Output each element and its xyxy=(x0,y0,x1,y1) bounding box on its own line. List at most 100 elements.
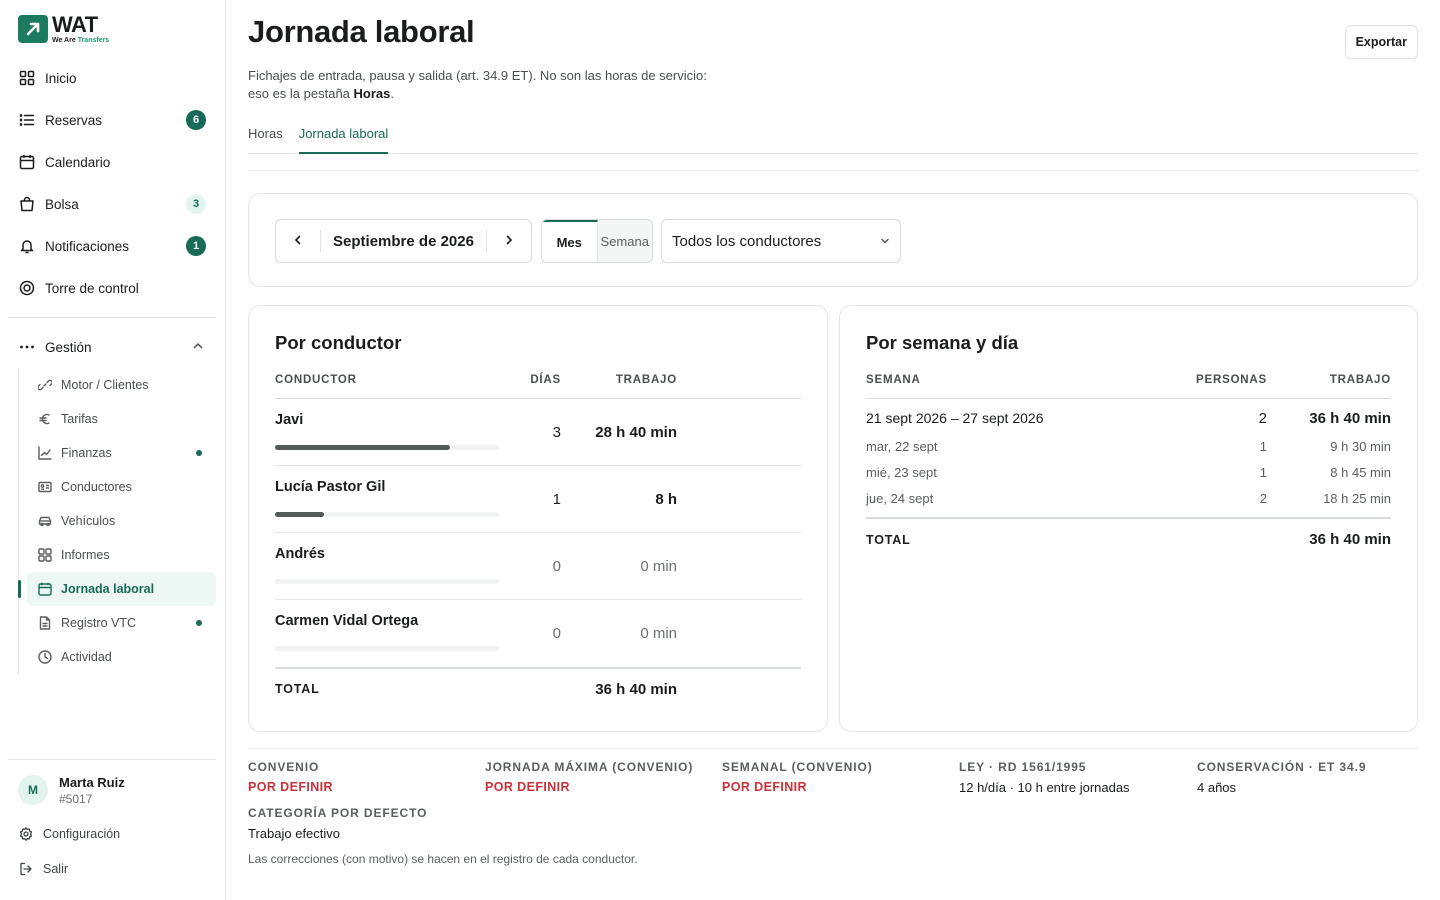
main-content: Jornada laboral Fichajes de entrada, pau… xyxy=(226,0,1440,900)
export-button[interactable]: Exportar xyxy=(1344,25,1418,59)
driver-days: 1 xyxy=(552,491,561,508)
sidebar: WAT We Are Transfers Inicio Reservas 6 C… xyxy=(0,0,226,900)
total-label: TOTAL xyxy=(866,533,911,547)
list-icon xyxy=(18,111,36,129)
sidebar-item-motor-clientes[interactable]: Motor / Clientes xyxy=(27,368,216,402)
section-divider xyxy=(248,748,1418,749)
driver-select[interactable]: Todos los conductores xyxy=(661,219,901,263)
bag-icon xyxy=(18,195,36,213)
chart-line-icon xyxy=(37,445,53,461)
nav-item-torre-de-control[interactable]: Torre de control xyxy=(8,267,216,309)
spec-ley: LEY · RD 1561/1995 12 h/día · 10 h entre… xyxy=(959,760,1130,795)
sidebar-item-label: Jornada laboral xyxy=(61,582,155,596)
next-period-button[interactable] xyxy=(487,220,531,262)
user-panel: M Marta Ruiz #5017 Configuración Salir xyxy=(8,759,216,886)
logout-icon xyxy=(18,861,34,877)
spec-key: LEY · RD 1561/1995 xyxy=(959,760,1087,774)
spec-key: SEMANAL (CONVENIO) xyxy=(722,760,873,774)
sidebar-item-vehiculos[interactable]: Vehículos xyxy=(27,504,216,538)
week-people: 2 xyxy=(1258,410,1267,427)
spec-value: 4 años xyxy=(1197,780,1237,795)
tab-bar: Horas Jornada laboral xyxy=(248,124,1418,154)
work-share-fill xyxy=(275,512,325,517)
table-row[interactable]: Javi 3 28 h 40 min xyxy=(275,399,801,466)
spec-semanal: SEMANAL (CONVENIO) POR DEFINIR xyxy=(722,760,873,794)
nav-item-notificaciones[interactable]: Notificaciones 1 xyxy=(8,225,216,267)
sidebar-item-actividad[interactable]: Actividad xyxy=(27,640,216,674)
period-picker: Septiembre de 2026 xyxy=(275,219,532,263)
tab-horas[interactable]: Horas xyxy=(248,124,283,154)
sidebar-item-tarifas[interactable]: Tarifas xyxy=(27,402,216,436)
spec-value: 12 h/día · 10 h entre jornadas xyxy=(959,780,1130,795)
status-dot xyxy=(196,620,202,626)
sidebar-item-registro-vtc[interactable]: Registro VTC xyxy=(27,606,216,640)
mode-month-button[interactable]: Mes xyxy=(542,220,598,262)
settings-link[interactable]: Configuración xyxy=(8,816,216,851)
status-dot xyxy=(196,450,202,456)
day-people: 2 xyxy=(1259,491,1267,506)
filters-card: Septiembre de 2026 Mes Semana Todos los … xyxy=(248,193,1418,287)
calendar-icon xyxy=(37,581,53,597)
spec-value: Trabajo efectivo xyxy=(248,826,341,841)
sidebar-item-jornada-laboral[interactable]: Jornada laboral xyxy=(18,572,216,606)
table-total-row: TOTAL 36 h 40 min xyxy=(275,667,801,717)
settings-label: Configuración xyxy=(43,826,121,841)
brand-logo[interactable]: WAT We Are Transfers xyxy=(18,14,109,44)
sidebar-item-label: Motor / Clientes xyxy=(61,378,149,392)
period-label: Septiembre de 2026 xyxy=(333,232,474,250)
driver-work: 0 min xyxy=(640,625,677,642)
spec-value: POR DEFINIR xyxy=(722,780,807,794)
nav-group-gestion[interactable]: Gestión xyxy=(8,326,216,368)
sidebar-item-label: Informes xyxy=(61,548,110,562)
sidebar-item-informes[interactable]: Informes xyxy=(27,538,216,572)
table-row[interactable]: Lucía Pastor Gil 1 8 h xyxy=(275,466,801,533)
driver-name: Carmen Vidal Ortega xyxy=(275,613,419,629)
tab-jornada-laboral[interactable]: Jornada laboral xyxy=(298,124,389,154)
gear-icon xyxy=(18,826,34,842)
sidebar-item-conductores[interactable]: Conductores xyxy=(27,470,216,504)
nav-label: Torre de control xyxy=(45,280,139,296)
spec-value: POR DEFINIR xyxy=(485,780,570,794)
prev-period-button[interactable] xyxy=(276,220,320,262)
work-share-bar xyxy=(275,646,499,651)
week-work: 36 h 40 min xyxy=(1309,410,1391,427)
day-work: 18 h 25 min xyxy=(1323,491,1391,506)
driver-name: Andrés xyxy=(275,546,325,562)
target-icon xyxy=(18,279,36,297)
clock-icon xyxy=(37,649,53,665)
sidebar-item-label: Conductores xyxy=(61,480,132,494)
id-card-icon xyxy=(37,479,53,495)
chevron-right-icon xyxy=(503,234,515,249)
nav-label: Bolsa xyxy=(45,196,79,212)
nav-item-inicio[interactable]: Inicio xyxy=(8,57,216,99)
table-row[interactable]: Carmen Vidal Ortega 0 0 min xyxy=(275,600,801,667)
count-badge: 1 xyxy=(186,236,206,256)
sidebar-item-finanzas[interactable]: Finanzas xyxy=(27,436,216,470)
total-label: TOTAL xyxy=(275,682,320,696)
week-range: 21 sept 2026 – 27 sept 2026 xyxy=(866,410,1044,426)
brand-name: WAT xyxy=(52,12,98,37)
page-title: Jornada laboral xyxy=(248,14,475,49)
nav-item-bolsa[interactable]: Bolsa 3 xyxy=(8,183,216,225)
column-header-work: TRABAJO xyxy=(615,374,677,386)
calendar-icon xyxy=(18,153,36,171)
nav-item-reservas[interactable]: Reservas 6 xyxy=(8,99,216,141)
arrow-up-right-icon xyxy=(18,15,48,43)
logout-label: Salir xyxy=(43,861,69,876)
driver-days: 3 xyxy=(552,424,561,441)
logout-link[interactable]: Salir xyxy=(8,851,216,886)
card-title: Por semana y día xyxy=(866,332,1019,353)
day-label: jue, 24 sept xyxy=(866,491,934,506)
table-row[interactable]: Andrés 0 0 min xyxy=(275,533,801,600)
day-people: 1 xyxy=(1259,439,1267,454)
avatar: M xyxy=(18,775,48,805)
user-profile[interactable]: M Marta Ruiz #5017 xyxy=(8,772,216,808)
sidebar-item-label: Vehículos xyxy=(61,514,116,528)
work-share-bar xyxy=(275,579,499,584)
main-nav: Inicio Reservas 6 Calendario Bolsa 3 Not… xyxy=(8,57,216,674)
nav-item-calendario[interactable]: Calendario xyxy=(8,141,216,183)
mode-week-button[interactable]: Semana xyxy=(597,220,652,262)
card-title: Por conductor xyxy=(275,332,402,353)
by-driver-card: Por conductor CONDUCTOR DÍAS TRABAJO Jav… xyxy=(248,305,828,732)
footnote: Las correcciones (con motivo) se hacen e… xyxy=(248,852,638,866)
